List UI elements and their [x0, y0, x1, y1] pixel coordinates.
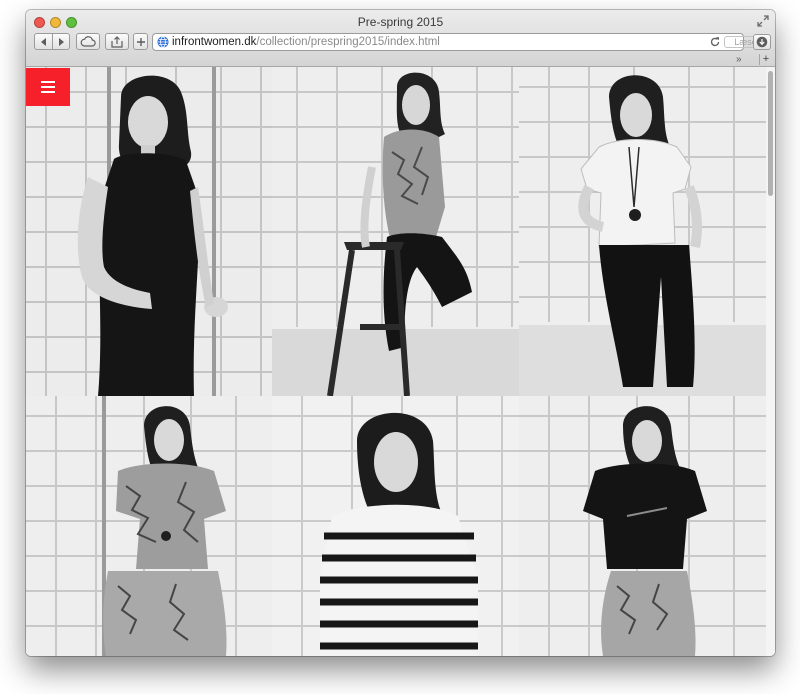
- photo-6-image: [519, 396, 766, 656]
- hamburger-menu-icon-bar: [41, 86, 55, 88]
- back-forward-buttons: [34, 33, 70, 50]
- plus-icon: [136, 37, 145, 46]
- page-scrollbar[interactable]: [766, 67, 775, 656]
- hamburger-menu-icon-bar: [41, 81, 55, 83]
- photo-1-image: [26, 67, 272, 396]
- photo-4-image: [26, 396, 272, 656]
- download-icon: [756, 36, 768, 48]
- icloud-tabs-button[interactable]: [76, 33, 100, 50]
- browser-window: Pre-spring 2015 infrontwomen.dk/collecti…: [26, 10, 775, 656]
- back-icon[interactable]: [36, 36, 52, 48]
- gallery-photo-3[interactable]: [519, 67, 766, 396]
- gallery-photo-5[interactable]: [272, 396, 519, 656]
- globe-icon: [157, 36, 169, 48]
- tab-overflow-icon[interactable]: »: [736, 54, 742, 65]
- url-host: infrontwomen.dk: [172, 36, 257, 48]
- photo-3-image: [519, 67, 766, 396]
- gallery-photo-6[interactable]: [519, 396, 766, 656]
- fullscreen-icon[interactable]: [757, 15, 769, 27]
- window-title: Pre-spring 2015: [357, 15, 444, 29]
- gallery-photo-1[interactable]: [26, 67, 272, 396]
- address-bar[interactable]: infrontwomen.dk/collection/prespring2015…: [152, 33, 770, 51]
- forward-icon[interactable]: [53, 36, 69, 48]
- toolbar: infrontwomen.dk/collection/prespring2015…: [26, 32, 775, 54]
- url-path: /collection/prespring2015/index.html: [256, 36, 440, 48]
- share-button[interactable]: [105, 33, 129, 50]
- cloud-icon: [80, 36, 96, 47]
- photo-grid: [26, 67, 766, 656]
- hamburger-menu-icon-bar: [41, 91, 55, 93]
- scrollbar-thumb[interactable]: [768, 71, 773, 196]
- page-content: [26, 67, 775, 656]
- url-text: infrontwomen.dk/collection/prespring2015…: [172, 35, 440, 50]
- add-bookmark-button[interactable]: [133, 33, 148, 50]
- title-bar: Pre-spring 2015 infrontwomen.dk/collecti…: [26, 10, 775, 67]
- new-tab-button[interactable]: +: [759, 54, 772, 65]
- downloads-button[interactable]: [753, 34, 771, 50]
- tab-bar: » +: [26, 54, 775, 66]
- share-icon: [111, 35, 123, 48]
- gallery-photo-4[interactable]: [26, 396, 272, 656]
- photo-5-image: [272, 396, 519, 656]
- photo-2-image: [272, 67, 519, 396]
- site-menu-button[interactable]: [26, 68, 70, 106]
- gallery-photo-2[interactable]: [272, 67, 519, 396]
- reload-icon[interactable]: [709, 36, 721, 48]
